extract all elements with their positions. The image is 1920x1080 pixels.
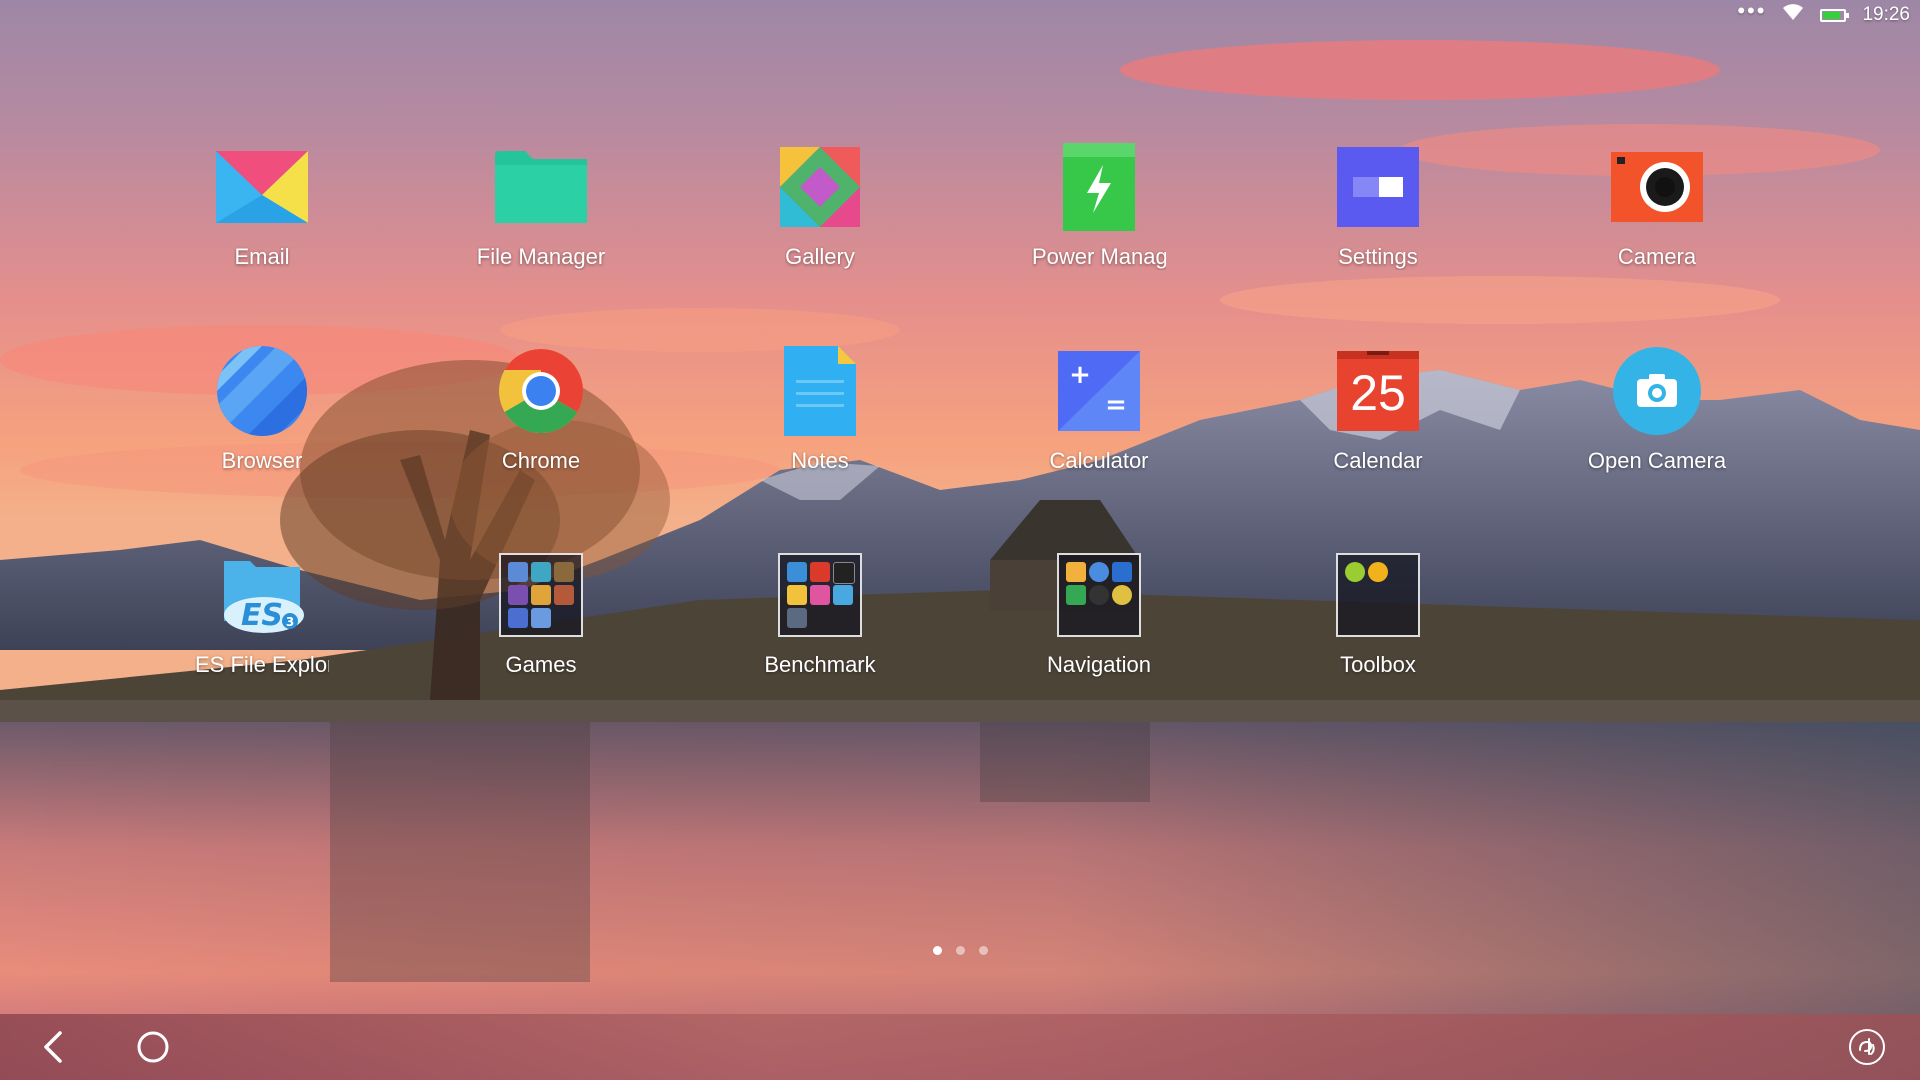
navigation-app-icon xyxy=(1112,585,1132,605)
app-label: ES File Explor xyxy=(195,652,329,677)
app-label: Browser xyxy=(221,448,303,473)
back-button[interactable] xyxy=(20,1014,86,1080)
navigation-app-icon xyxy=(1112,562,1132,582)
assistant-icon xyxy=(1849,1029,1885,1065)
browser-icon xyxy=(215,344,309,438)
app-browser[interactable]: Browser xyxy=(142,344,382,494)
app-gallery[interactable]: Gallery xyxy=(700,140,940,290)
game-app-icon xyxy=(531,562,551,582)
app-folder-navigation[interactable]: Navigation xyxy=(979,548,1219,698)
app-calculator[interactable]: + = Calculator xyxy=(979,344,1219,494)
app-label: Calculator xyxy=(1049,448,1149,473)
app-label: Notes xyxy=(791,448,849,473)
benchmark-app-icon xyxy=(833,585,853,605)
navigation-app-icon xyxy=(1066,562,1086,582)
email-icon xyxy=(215,140,309,234)
game-app-icon xyxy=(508,585,528,605)
app-label: Toolbox xyxy=(1340,652,1416,677)
game-app-icon xyxy=(531,585,551,605)
benchmark-app-icon xyxy=(810,562,830,582)
benchmark-app-icon xyxy=(787,585,807,605)
app-folder-benchmark[interactable]: Benchmark xyxy=(700,548,940,698)
app-label: Power Manag xyxy=(1032,244,1166,269)
folder-games-icon xyxy=(494,548,588,642)
calculator-icon: + = xyxy=(1052,344,1146,438)
camera-icon xyxy=(1610,140,1704,234)
folder-toolbox-icon xyxy=(1331,548,1425,642)
assistant-button[interactable] xyxy=(1834,1014,1900,1080)
page-dot-1[interactable] xyxy=(932,946,942,955)
page-dot-3[interactable] xyxy=(978,946,988,955)
app-label: Camera xyxy=(1617,244,1697,269)
app-label: Chrome xyxy=(501,448,581,473)
calendar-date: 25 xyxy=(1350,365,1406,421)
app-es-file-explorer[interactable]: ES 3 ES File Explor xyxy=(142,548,382,698)
home-icon xyxy=(137,1031,169,1063)
game-app-icon xyxy=(508,608,528,628)
game-app-icon xyxy=(554,585,574,605)
folder-navigation-icon xyxy=(1052,548,1146,642)
app-calendar[interactable]: 25 Calendar xyxy=(1258,344,1498,494)
navigation-app-icon xyxy=(1066,585,1086,605)
app-label: Open Camera xyxy=(1587,448,1727,473)
benchmark-app-icon xyxy=(810,585,830,605)
notes-icon xyxy=(773,344,867,438)
app-label: File Manager xyxy=(476,244,606,269)
app-grid: Email File Manager Gallery Power Manag S… xyxy=(0,0,1920,700)
es-file-explorer-icon: ES 3 xyxy=(215,548,309,642)
back-icon xyxy=(44,1031,62,1063)
home-button[interactable] xyxy=(120,1014,186,1080)
svg-text:3: 3 xyxy=(286,615,294,629)
app-chrome[interactable]: Chrome xyxy=(421,344,661,494)
app-file-manager[interactable]: File Manager xyxy=(421,140,661,290)
navigation-app-icon xyxy=(1089,585,1109,605)
toolbox-app-icon xyxy=(1368,562,1388,582)
game-app-icon xyxy=(531,608,551,628)
navigation-app-icon xyxy=(1089,562,1109,582)
app-notes[interactable]: Notes xyxy=(700,344,940,494)
chrome-icon xyxy=(494,344,588,438)
app-folder-games[interactable]: Games xyxy=(421,548,661,698)
app-label: Navigation xyxy=(1047,652,1151,677)
folder-benchmark-icon xyxy=(773,548,867,642)
app-label: Benchmark xyxy=(764,652,876,677)
game-app-icon xyxy=(508,562,528,582)
app-label: Email xyxy=(234,244,290,269)
svg-text:+: + xyxy=(1069,360,1091,390)
app-email[interactable]: Email xyxy=(142,140,382,290)
svg-text:=: = xyxy=(1105,390,1127,420)
app-label: Settings xyxy=(1338,244,1418,269)
svg-text:ES: ES xyxy=(241,598,283,633)
folder-icon xyxy=(494,140,588,234)
app-open-camera[interactable]: Open Camera xyxy=(1537,344,1777,494)
page-indicator xyxy=(0,946,1920,955)
power-icon xyxy=(1052,140,1146,234)
open-camera-icon xyxy=(1610,344,1704,438)
app-label: Games xyxy=(505,652,577,677)
app-folder-toolbox[interactable]: Toolbox xyxy=(1258,548,1498,698)
app-power-manager[interactable]: Power Manag xyxy=(979,140,1219,290)
game-app-icon xyxy=(554,562,574,582)
app-settings[interactable]: Settings xyxy=(1258,140,1498,290)
benchmark-app-icon xyxy=(787,562,807,582)
app-label: Gallery xyxy=(785,244,855,269)
page-dot-2[interactable] xyxy=(955,946,965,955)
navigation-bar xyxy=(0,1014,1920,1080)
calendar-icon: 25 xyxy=(1331,344,1425,438)
app-label: Calendar xyxy=(1333,448,1423,473)
app-camera[interactable]: Camera xyxy=(1537,140,1777,290)
gallery-icon xyxy=(773,140,867,234)
benchmark-app-icon xyxy=(787,608,807,628)
toolbox-app-icon xyxy=(1345,562,1365,582)
benchmark-app-icon xyxy=(833,562,855,584)
settings-icon xyxy=(1331,140,1425,234)
